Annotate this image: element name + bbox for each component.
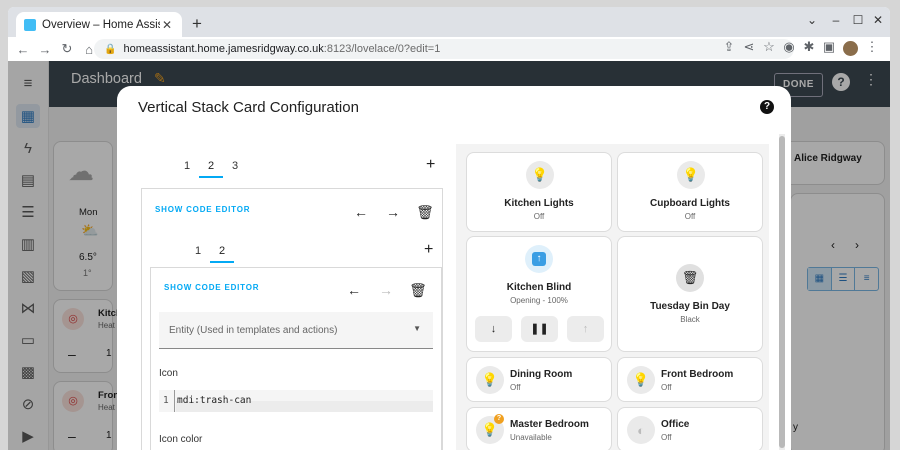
share-icon[interactable]: ⋖ bbox=[739, 39, 759, 58]
tab-card-1[interactable]: 1 bbox=[175, 154, 199, 178]
dropdown-caret-icon: ▼ bbox=[413, 324, 421, 333]
minimize-icon[interactable]: – bbox=[828, 13, 844, 27]
entity-select[interactable]: Entity (Used in templates and actions) ▼ bbox=[159, 312, 433, 349]
tile-state: Off bbox=[661, 383, 672, 392]
new-tab-button[interactable]: + bbox=[186, 13, 208, 35]
scrollbar-thumb[interactable] bbox=[779, 136, 785, 448]
forward-icon[interactable]: → bbox=[34, 42, 56, 57]
side-panel-icon[interactable]: ▣ bbox=[819, 39, 839, 58]
blind-close-button[interactable]: ↓ bbox=[475, 316, 512, 342]
profile-avatar[interactable] bbox=[843, 41, 858, 56]
show-code-editor-link-inner[interactable]: SHOW CODE EDITOR bbox=[164, 283, 259, 292]
tile-cupboard-lights[interactable]: 💡 Cupboard Lights Off bbox=[617, 152, 763, 232]
address-bar[interactable]: 🔒 homeassistant.home.jamesridgway.co.uk:… bbox=[94, 39, 794, 59]
browser-toolbar: ← → ↻ ⌂ 🔒 homeassistant.home.jamesridgwa… bbox=[8, 37, 890, 61]
arrow-right-icon[interactable]: → bbox=[384, 204, 402, 220]
puzzle-extensions-icon[interactable]: ✱ bbox=[799, 39, 819, 58]
tab-card-2[interactable]: 2 bbox=[199, 154, 223, 178]
tile-office[interactable]: ◐ Office Off bbox=[617, 407, 763, 450]
line-number: 1 bbox=[163, 395, 169, 406]
install-app-icon[interactable]: ⇪ bbox=[719, 39, 739, 58]
tab-strip: Overview – Home Assista ✕ + ⌄ – ☐ ✕ bbox=[8, 7, 890, 37]
outer-card-tabs: 1 2 3 bbox=[175, 154, 247, 178]
tile-state: Black bbox=[680, 315, 700, 324]
gutter-divider bbox=[174, 390, 175, 412]
unavailable-badge: ? bbox=[494, 414, 504, 424]
inner-card-frame: SHOW CODE EDITOR ← → 🗑 Entity (Used in t… bbox=[150, 267, 442, 450]
tab-inner-card-2[interactable]: 2 bbox=[210, 239, 234, 263]
browser-menu-icon[interactable]: ⋮ bbox=[862, 39, 882, 58]
card-preview: 💡 Kitchen Lights Off 💡 Cupboard Lights O… bbox=[456, 144, 769, 450]
blind-open-button: ↑ bbox=[567, 316, 604, 342]
tile-name: Front Bedroom bbox=[661, 369, 734, 380]
browser-window: Overview – Home Assista ✕ + ⌄ – ☐ ✕ ← → … bbox=[8, 7, 890, 450]
maximize-icon[interactable]: ☐ bbox=[850, 13, 866, 27]
trash-can-icon: 🗑 bbox=[676, 264, 704, 292]
tile-state: Opening - 100% bbox=[510, 296, 568, 305]
tab-close-icon[interactable]: ✕ bbox=[160, 18, 174, 32]
delete-icon[interactable]: 🗑 bbox=[409, 282, 427, 299]
entity-placeholder: Entity (Used in templates and actions) bbox=[169, 325, 338, 336]
tile-kitchen-blind[interactable]: ↑ Kitchen Blind Opening - 100% ↓ ❚❚ ↑ bbox=[466, 236, 612, 352]
lightbulb-icon: 💡 bbox=[627, 366, 655, 394]
browser-tab[interactable]: Overview – Home Assista ✕ bbox=[16, 12, 182, 37]
dialog-title: Vertical Stack Card Configuration bbox=[138, 99, 359, 116]
tile-state: Off bbox=[533, 212, 545, 221]
tab-title: Overview – Home Assista bbox=[42, 18, 160, 31]
icon-color-label: Icon color bbox=[159, 434, 203, 445]
tile-state: Off bbox=[684, 212, 696, 221]
reload-icon[interactable]: ↻ bbox=[56, 41, 78, 57]
outer-card-frame: SHOW CODE EDITOR ← → 🗑 1 2 + SHOW CODE E… bbox=[141, 188, 443, 450]
bookmark-star-icon[interactable]: ☆ bbox=[759, 39, 779, 58]
tile-name: Kitchen Blind bbox=[506, 282, 572, 293]
icon-code-input[interactable]: 1 mdi:trash-can bbox=[159, 390, 433, 412]
arrow-left-icon[interactable]: ← bbox=[352, 204, 370, 220]
lightbulb-icon: 💡 bbox=[677, 161, 705, 189]
delete-icon[interactable]: 🗑 bbox=[416, 204, 434, 221]
url-host: homeassistant.home.jamesridgway.co.uk bbox=[123, 43, 324, 55]
tile-master-bedroom[interactable]: 💡 ? Master Bedroom Unavailable bbox=[466, 407, 612, 450]
tile-name: Office bbox=[661, 419, 690, 430]
icon-code-value: mdi:trash-can bbox=[177, 395, 252, 406]
chevron-down-icon[interactable]: ⌄ bbox=[804, 13, 820, 27]
url-path: :8123/lovelace/0?edit=1 bbox=[323, 43, 441, 55]
lightbulb-icon: 💡 bbox=[526, 161, 554, 189]
close-window-icon[interactable]: ✕ bbox=[870, 13, 886, 27]
tile-name: Dining Room bbox=[510, 369, 573, 380]
tile-tuesday-bin-day[interactable]: 🗑 Tuesday Bin Day Black bbox=[617, 236, 763, 352]
tab-card-3[interactable]: 3 bbox=[223, 154, 247, 178]
arrow-right-icon: → bbox=[379, 282, 393, 298]
tile-state: Unavailable bbox=[510, 433, 552, 442]
add-inner-card-icon[interactable]: + bbox=[424, 241, 433, 259]
tile-state: Off bbox=[510, 383, 521, 392]
icon-field-label: Icon bbox=[159, 368, 178, 379]
dialog-help-icon[interactable]: ? bbox=[760, 100, 774, 114]
show-code-editor-link[interactable]: SHOW CODE EDITOR bbox=[155, 205, 250, 214]
tile-front-bedroom[interactable]: 💡 Front Bedroom Off bbox=[617, 357, 763, 402]
inner-card-tabs: 1 2 bbox=[186, 239, 234, 263]
tile-name: Kitchen Lights bbox=[504, 198, 574, 209]
blind-stop-button[interactable]: ❚❚ bbox=[521, 316, 558, 342]
vertical-stack-config-dialog: Vertical Stack Card Configuration ? 1 2 … bbox=[117, 86, 791, 450]
add-card-icon[interactable]: + bbox=[426, 156, 435, 174]
tile-kitchen-lights[interactable]: 💡 Kitchen Lights Off bbox=[466, 152, 612, 232]
home-assistant-favicon-icon bbox=[24, 18, 36, 31]
dialog-scrollbar[interactable] bbox=[779, 134, 785, 450]
card-editor: 1 2 3 + SHOW CODE EDITOR ← → 🗑 1 2 + SHO… bbox=[133, 144, 443, 450]
tile-name: Tuesday Bin Day bbox=[650, 301, 730, 312]
extension-badge-icon[interactable]: ◉ bbox=[779, 39, 799, 58]
tile-state: Off bbox=[661, 433, 672, 442]
tab-inner-card-1[interactable]: 1 bbox=[186, 239, 210, 263]
lock-icon: 🔒 bbox=[104, 43, 117, 55]
tile-name: Cupboard Lights bbox=[650, 198, 730, 209]
blind-open-icon: ↑ bbox=[525, 245, 553, 273]
tile-name: Master Bedroom bbox=[510, 419, 589, 430]
back-icon[interactable]: ← bbox=[12, 42, 34, 57]
lightbulb-icon: 💡 bbox=[476, 366, 504, 394]
ceiling-light-icon: ◐ bbox=[627, 416, 655, 444]
arrow-left-icon[interactable]: ← bbox=[345, 282, 363, 298]
tile-dining-room[interactable]: 💡 Dining Room Off bbox=[466, 357, 612, 402]
